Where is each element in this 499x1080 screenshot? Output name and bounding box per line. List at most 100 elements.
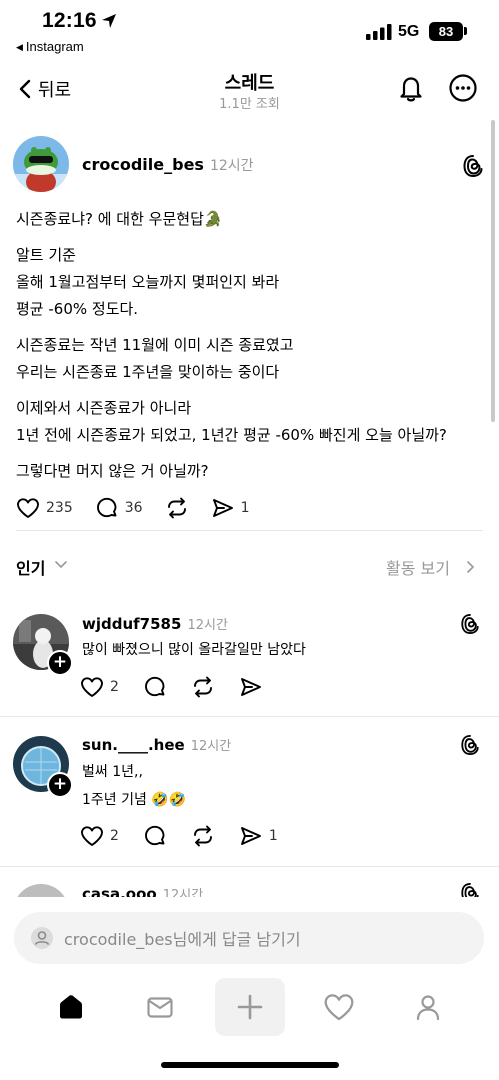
sort-dropdown[interactable]: 인기 <box>16 555 45 579</box>
post-line: 올해 1월고점부터 오늘까지 몇퍼인지 봐라 <box>16 273 280 291</box>
comment-bubble-icon <box>144 825 165 846</box>
author-name[interactable]: crocodile_bes <box>82 155 204 174</box>
like-count: 235 <box>46 500 73 516</box>
repost-icon <box>193 676 212 698</box>
status-time: 12:16 <box>42 9 97 32</box>
back-to-app-link[interactable]: ◀ Instagram <box>16 39 84 54</box>
tab-home[interactable] <box>36 978 106 1036</box>
share-button[interactable]: 1 <box>239 825 278 847</box>
profile-icon <box>416 995 440 1021</box>
post-time: 12시간 <box>209 158 254 174</box>
cellular-signal-icon <box>366 24 392 40</box>
post-actions: 235 36 1 <box>16 496 271 520</box>
reply-actions: 2 <box>80 675 287 699</box>
repost-button[interactable] <box>165 497 189 519</box>
activity-heart-icon <box>324 994 354 1021</box>
comment-bubble-icon <box>144 676 165 697</box>
more-options-icon[interactable] <box>448 73 478 103</box>
post-line: 1년 전에 시즌종료가 되었고, 1년간 평균 -60% 빠진게 오늘 아닐까? <box>16 426 447 444</box>
reply-line: 1주년 기념 🤣🤣 <box>82 792 187 808</box>
reply-line: 많이 빠졌으니 많이 올라갈일만 남았다 <box>82 642 306 658</box>
send-icon <box>212 499 233 517</box>
reply-time: 12시간 <box>190 739 232 754</box>
repost-button[interactable] <box>191 676 215 698</box>
reply-author[interactable]: sun.____.hee 12시간 <box>82 735 231 754</box>
share-count: 1 <box>268 828 278 844</box>
battery-icon: 83 <box>429 22 463 41</box>
location-arrow-icon <box>102 14 116 28</box>
view-activity-link[interactable]: 활동 보기 <box>386 555 450 579</box>
post-line: 시즌종료는 작년 11월에 이미 시즌 종료였고 <box>16 336 294 354</box>
bell-icon[interactable] <box>396 73 426 103</box>
send-icon <box>240 678 261 696</box>
post-paragraph: 그렇다면 머지 않은 거 아닐까? <box>16 458 486 485</box>
reply-author-name[interactable]: wjdduf7585 <box>82 615 181 633</box>
reply-text: 많이 빠졌으니 많이 올라갈일만 남았다 <box>82 636 306 664</box>
tab-profile[interactable] <box>393 978 463 1036</box>
comment-button[interactable] <box>143 675 167 699</box>
comment-bubble-icon <box>96 497 117 518</box>
share-count: 1 <box>240 500 250 516</box>
repost-icon <box>167 497 186 519</box>
share-button[interactable]: 1 <box>211 497 250 519</box>
threads-logo-icon[interactable] <box>462 154 484 178</box>
post-paragraph: 알트 기준 올해 1월고점부터 오늘까지 몇퍼인지 봐라 평균 -60% 정도다. <box>16 242 486 323</box>
send-icon <box>240 827 261 845</box>
post-line: 시즌종료냐? 에 대한 우문현답🐊 <box>16 210 223 228</box>
like-count: 2 <box>110 828 119 844</box>
divider <box>0 716 499 717</box>
like-button[interactable]: 235 <box>16 497 73 519</box>
like-count: 2 <box>110 679 119 695</box>
like-button[interactable]: 2 <box>80 676 119 698</box>
post-line: 우리는 시즌종료 1주년을 맞이하는 중이다 <box>16 363 280 381</box>
repost-button[interactable] <box>191 825 215 847</box>
status-bar: 12:16 ◀ Instagram 5G 83 <box>0 0 499 62</box>
post-paragraph: 시즌종료냐? 에 대한 우문현답🐊 <box>16 206 486 233</box>
back-triangle-icon: ◀ <box>16 42 23 52</box>
network-type: 5G <box>398 23 420 40</box>
tab-activity[interactable] <box>304 978 374 1036</box>
repost-icon <box>193 825 212 847</box>
tab-bar <box>0 978 499 1040</box>
follow-plus-button[interactable]: + <box>47 650 73 676</box>
reply-input[interactable]: crocodile_bes님에게 답글 남기기 <box>14 912 484 964</box>
post-author[interactable]: crocodile_bes 12시간 <box>82 155 254 175</box>
scrollbar[interactable] <box>491 120 495 422</box>
post-line: 그렇다면 머지 않은 거 아닐까? <box>16 462 209 480</box>
post-body: 시즌종료냐? 에 대한 우문현답🐊 알트 기준 올해 1월고점부터 오늘까지 몇퍼인… <box>16 206 486 494</box>
comment-button[interactable]: 36 <box>95 496 143 520</box>
heart-icon <box>17 498 39 518</box>
reply-actions: 2 1 <box>80 824 302 848</box>
reply-author[interactable]: wjdduf7585 12시간 <box>82 614 228 633</box>
reply-author-name[interactable]: sun.____.hee <box>82 736 185 754</box>
crocodile-avatar-image <box>13 136 69 192</box>
comment-count: 36 <box>124 500 143 516</box>
tab-inbox[interactable] <box>125 978 195 1036</box>
post-paragraph: 시즌종료는 작년 11월에 이미 시즌 종료였고우리는 시즌종료 1주년을 맞이… <box>16 332 486 386</box>
heart-icon <box>81 826 103 846</box>
like-button[interactable]: 2 <box>80 825 119 847</box>
comment-button[interactable] <box>143 824 167 848</box>
threads-logo-icon[interactable] <box>460 613 480 635</box>
create-icon <box>237 994 263 1020</box>
back-app-label: Instagram <box>25 39 84 54</box>
follow-plus-button[interactable]: + <box>47 772 73 798</box>
nav-bar: 뒤로 스레드 1.1만 조회 <box>0 62 499 116</box>
home-indicator <box>161 1062 339 1068</box>
share-button[interactable] <box>239 676 263 698</box>
reply-line: 벌써 1년,, <box>82 764 143 780</box>
reply-input-placeholder: crocodile_bes님에게 답글 남기기 <box>64 930 301 949</box>
post-line: 평균 -60% 정도다. <box>16 300 139 318</box>
battery-tip <box>464 27 467 35</box>
replies-filter-bar: 인기 활동 보기 <box>0 552 499 582</box>
tab-create[interactable] <box>215 978 285 1036</box>
avatar[interactable] <box>13 136 69 192</box>
reply-text: 벌써 1년,, 1주년 기념 🤣🤣 <box>82 758 186 814</box>
home-icon <box>60 995 82 1019</box>
chevron-down-icon[interactable] <box>54 560 68 570</box>
threads-logo-icon[interactable] <box>460 734 480 756</box>
inbox-icon <box>147 997 173 1018</box>
chevron-right-icon[interactable] <box>466 560 476 574</box>
heart-icon <box>81 677 103 697</box>
post-paragraph: 이제와서 시즌종료가 아니라 1년 전에 시즌종료가 되었고, 1년간 평균 -6… <box>16 395 486 449</box>
